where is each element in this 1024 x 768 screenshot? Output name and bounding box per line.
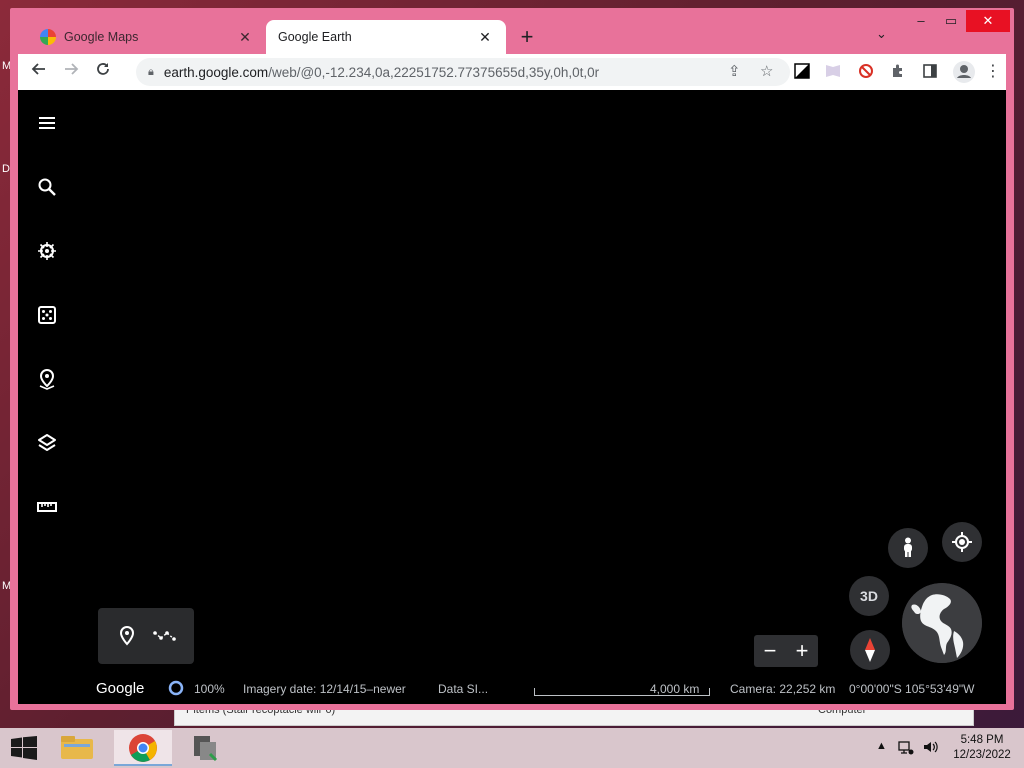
map-style-icon[interactable] (36, 432, 58, 454)
globe-icon (902, 583, 982, 663)
zoom-controls: − + (754, 635, 818, 667)
bookmark-star-icon[interactable]: ☆ (760, 62, 773, 80)
taskbar-chrome[interactable] (114, 730, 172, 766)
streaming-percent: 100% (194, 682, 225, 696)
windows-start-icon[interactable] (10, 736, 38, 760)
tab-title: Google Maps (64, 30, 139, 44)
projects-icon[interactable] (36, 368, 58, 390)
menu-kebab-icon[interactable]: ⋮ (982, 61, 1004, 83)
cursor-coordinates: 0°00'00"S 105°53'49"W (849, 682, 975, 696)
camera-altitude: Camera: 22,252 km (730, 682, 836, 696)
maximize-button[interactable]: ▭ (936, 10, 966, 32)
taskbar-file-explorer[interactable] (48, 730, 106, 766)
profile-avatar-icon[interactable] (952, 60, 976, 84)
back-button[interactable] (28, 61, 50, 83)
my-location-button[interactable] (942, 522, 982, 562)
tab-google-earth[interactable]: Google Earth ✕ (266, 20, 506, 118)
browser-toolbar: 🔒︎ earth.google.com/web/@0,-12.234,0a,22… (18, 54, 1006, 90)
desktop-icon-label: D (2, 163, 10, 175)
drawing-tools-panel (98, 608, 194, 664)
menu-icon[interactable] (36, 112, 58, 134)
add-placemark-icon[interactable] (116, 625, 138, 647)
extensions-puzzle-icon[interactable] (890, 63, 908, 81)
status-bar: Google 100% Imagery date: 12/14/15–newer… (18, 678, 1006, 700)
close-icon[interactable]: ✕ (476, 29, 494, 46)
reload-button[interactable] (92, 61, 114, 83)
streaming-progress-icon (168, 680, 184, 696)
close-icon[interactable]: ✕ (236, 29, 254, 46)
clock-time: 5:48 PM (960, 734, 1004, 746)
tab-google-maps[interactable]: Google Maps ✕ (28, 20, 266, 54)
extension-icon[interactable] (824, 63, 842, 81)
new-tab-button[interactable]: + (514, 24, 540, 50)
tab-search-icon[interactable]: ⌄ (876, 26, 887, 42)
tab-strip: Google Maps ✕ Google Earth ✕ + ⌄ – ▭ ✕ (10, 8, 1014, 118)
compass-icon (865, 638, 875, 662)
mini-globe-map[interactable] (902, 583, 982, 663)
scale-label: 4,000 km (650, 682, 700, 696)
clock-date: 12/23/2022 (953, 749, 1011, 761)
zoom-in-button[interactable]: + (796, 638, 809, 664)
draw-path-icon[interactable] (152, 625, 178, 647)
earth-viewport[interactable]: 3D − + Google 100% Imagery date: 12/14/1… (18, 90, 1006, 704)
app-icon (194, 736, 218, 762)
window-close-button[interactable]: ✕ (966, 10, 1010, 32)
chrome-window: Google Maps ✕ Google Earth ✕ + ⌄ – ▭ ✕ 🔒… (10, 8, 1014, 710)
url-text[interactable]: earth.google.com/web/@0,-12.234,0a,22251… (164, 65, 599, 80)
zoom-out-button[interactable]: − (764, 638, 777, 664)
toggle-3d-button[interactable]: 3D (849, 576, 889, 616)
pegman-icon (904, 537, 912, 557)
imagery-date: Imagery date: 12/14/15–newer (243, 682, 406, 696)
minimize-button[interactable]: – (906, 10, 936, 32)
taskbar-clock[interactable]: 5:48 PM 12/23/2022 (944, 733, 1020, 763)
forward-button[interactable] (60, 61, 82, 83)
extension-contrast-icon[interactable] (794, 63, 812, 81)
share-icon[interactable]: ⇪ (728, 62, 741, 80)
windows-taskbar: ▲ 5:48 PM 12/23/2022 (0, 728, 1024, 768)
url-path: /web/@0,-12.234,0a,22251752.77375655d,35… (268, 64, 600, 80)
file-explorer-icon (61, 736, 93, 759)
volume-icon[interactable] (922, 739, 938, 758)
taskbar-app[interactable] (176, 730, 234, 766)
my-location-icon (952, 532, 972, 552)
address-bar[interactable]: 🔒︎ earth.google.com/web/@0,-12.234,0a,22… (136, 58, 790, 86)
side-panel-icon[interactable] (922, 63, 940, 81)
google-logo: Google (96, 680, 145, 697)
pegman-streetview-button[interactable] (888, 528, 928, 568)
compass-button[interactable] (850, 630, 890, 670)
measure-icon[interactable] (36, 496, 58, 518)
feeling-lucky-icon[interactable] (36, 304, 58, 326)
url-host: earth.google.com (163, 64, 269, 80)
voyager-icon[interactable] (36, 240, 58, 262)
search-icon[interactable] (36, 176, 58, 198)
tab-title: Google Earth (278, 30, 352, 44)
lock-icon[interactable]: 🔒︎ (148, 66, 154, 79)
google-maps-icon (40, 29, 56, 45)
data-attribution-link[interactable]: Data SI... (438, 682, 488, 696)
show-hidden-icons[interactable]: ▲ (876, 740, 887, 752)
extension-block-icon[interactable] (858, 63, 876, 81)
network-icon[interactable] (898, 739, 914, 758)
chrome-icon (129, 734, 157, 762)
